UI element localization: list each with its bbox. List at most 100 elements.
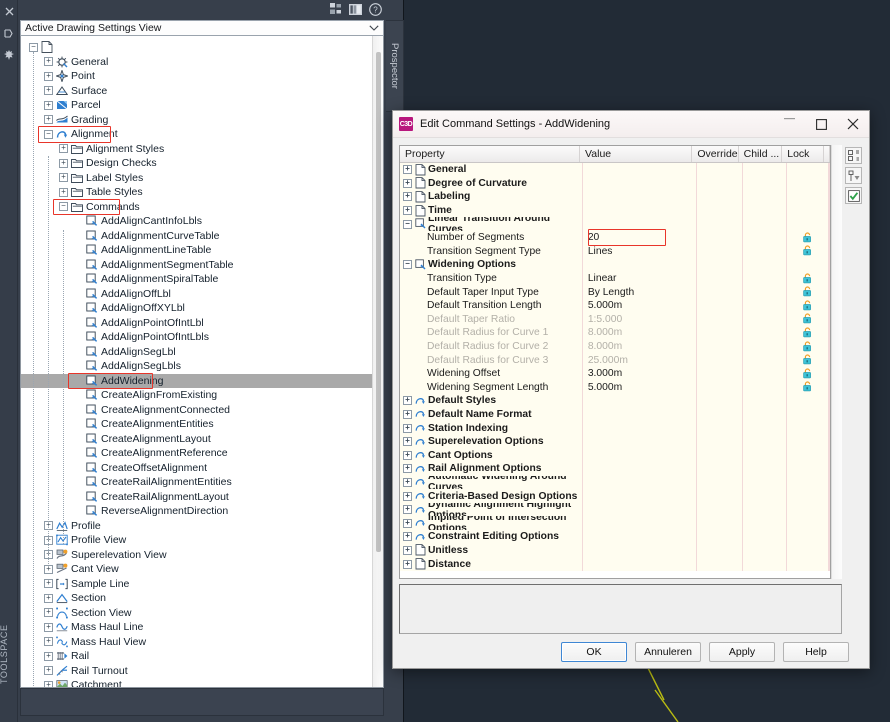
lock-cell[interactable] <box>787 312 829 327</box>
tree-expander-icon[interactable] <box>74 449 83 458</box>
tree-node[interactable]: + Sample Line <box>21 577 373 592</box>
property-value-cell[interactable] <box>583 557 697 571</box>
child-override-cell[interactable] <box>743 163 787 177</box>
child-override-cell[interactable] <box>743 530 787 544</box>
child-override-cell[interactable] <box>743 176 787 191</box>
override-cell[interactable] <box>697 394 743 408</box>
property-row[interactable]: Default Radius for Curve 1 8.000m <box>400 326 830 340</box>
property-value-cell[interactable] <box>583 203 697 218</box>
grid-expander-icon[interactable]: + <box>403 178 412 188</box>
tree-node[interactable]: + General <box>21 55 373 70</box>
lock-cell[interactable] <box>787 190 829 204</box>
lock-cell[interactable] <box>787 353 829 367</box>
tree-vertical-scrollbar[interactable] <box>372 36 383 687</box>
tree-node[interactable]: + Alignment Styles <box>21 142 373 157</box>
tree-expander-icon[interactable] <box>74 420 83 429</box>
property-row[interactable]: + Time <box>400 203 830 218</box>
override-cell[interactable] <box>697 516 743 531</box>
lock-icon[interactable] <box>787 300 828 312</box>
tree-node[interactable]: AddAlignmentLineTable <box>21 243 373 258</box>
child-override-cell[interactable] <box>743 298 787 313</box>
grid-expander-icon[interactable]: + <box>403 437 412 447</box>
property-value-cell[interactable] <box>583 190 697 204</box>
tree-node[interactable]: CreateAlignmentReference <box>21 446 373 461</box>
property-row[interactable]: − Linear Transition Around Curves <box>400 217 830 231</box>
property-row[interactable]: Transition Segment Type Lines <box>400 244 830 259</box>
tree-expander-icon[interactable]: + <box>44 637 53 647</box>
property-row[interactable]: + General <box>400 163 830 177</box>
child-override-cell[interactable] <box>743 366 787 381</box>
tree-node[interactable]: AddAlignmentSegmentTable <box>21 258 373 273</box>
tree-node[interactable]: CreateAlignFromExisting <box>21 388 373 403</box>
grid-vertical-scrollbar[interactable] <box>831 145 842 579</box>
tree-expander-icon[interactable]: + <box>44 593 53 603</box>
tree-expander-icon[interactable]: + <box>44 579 53 589</box>
property-row[interactable]: Default Radius for Curve 3 25.000m <box>400 353 830 367</box>
tree-expander-icon[interactable]: − <box>59 202 68 212</box>
tree-expander-icon[interactable] <box>74 405 83 414</box>
override-cell[interactable] <box>697 434 743 449</box>
child-override-cell[interactable] <box>743 475 787 490</box>
child-override-cell[interactable] <box>743 258 787 272</box>
override-cell[interactable] <box>697 366 743 381</box>
lock-cell[interactable] <box>787 462 829 476</box>
lock-cell[interactable] <box>787 163 829 177</box>
tree-expand-icon[interactable] <box>845 147 862 164</box>
property-row[interactable]: + Constraint Editing Options <box>400 530 830 544</box>
property-row[interactable]: Widening Segment Length 5.000m <box>400 380 830 395</box>
property-value-cell[interactable] <box>583 394 697 408</box>
tree-expander-icon[interactable] <box>74 231 83 240</box>
lock-icon[interactable] <box>787 381 828 393</box>
maximize-button[interactable] <box>805 111 837 137</box>
lock-cell[interactable] <box>787 448 829 463</box>
property-row[interactable]: + Labeling <box>400 190 830 204</box>
child-override-cell[interactable] <box>743 434 787 449</box>
property-row[interactable]: + Rail Alignment Options <box>400 462 830 476</box>
minimize-button[interactable] <box>773 111 805 137</box>
override-cell[interactable] <box>697 339 743 354</box>
child-override-cell[interactable] <box>743 380 787 395</box>
property-row[interactable]: Default Transition Length 5.000m <box>400 298 830 313</box>
lock-icon[interactable] <box>787 354 828 366</box>
tree-node[interactable]: − Alignment <box>21 127 373 142</box>
lock-cell[interactable] <box>787 298 829 313</box>
grid-expander-icon[interactable]: + <box>403 505 412 515</box>
child-override-cell[interactable] <box>743 448 787 463</box>
grid-expander-icon[interactable]: + <box>403 559 412 569</box>
child-override-cell[interactable] <box>743 353 787 367</box>
property-row[interactable]: + Default Name Format <box>400 407 830 422</box>
tree-expander-icon[interactable]: + <box>44 680 53 687</box>
lock-cell[interactable] <box>787 502 829 517</box>
override-cell[interactable] <box>697 217 743 231</box>
tree-expander-icon[interactable] <box>74 304 83 313</box>
tree-expander-icon[interactable] <box>74 246 83 255</box>
tree-node[interactable]: ReverseAlignmentDirection <box>21 504 373 519</box>
close-icon[interactable] <box>0 0 18 22</box>
column-header-value[interactable]: Value <box>580 146 693 162</box>
tree-expander-icon[interactable]: + <box>44 622 53 632</box>
tree-node[interactable]: + Catchment <box>21 678 373 687</box>
dialog-titlebar[interactable]: C3D Edit Command Settings - AddWidening <box>393 111 869 138</box>
tree-expander-icon[interactable] <box>74 347 83 356</box>
child-override-cell[interactable] <box>743 190 787 204</box>
lock-cell[interactable] <box>787 203 829 218</box>
property-value-cell[interactable]: 25.000m <box>583 353 697 367</box>
tree-expander-icon[interactable]: + <box>44 666 53 676</box>
child-override-cell[interactable] <box>743 421 787 435</box>
grid-expander-icon[interactable]: + <box>403 409 412 419</box>
property-value-cell[interactable]: 8.000m <box>583 339 697 354</box>
override-cell[interactable] <box>697 475 743 490</box>
tree-node[interactable]: AddAlignPointOfIntLbls <box>21 330 373 345</box>
child-override-cell[interactable] <box>743 203 787 218</box>
override-cell[interactable] <box>697 407 743 422</box>
tree-node[interactable]: + Design Checks <box>21 156 373 171</box>
property-row[interactable]: − Widening Options <box>400 258 830 272</box>
tree-expander-icon[interactable]: + <box>44 100 53 110</box>
override-cell[interactable] <box>697 190 743 204</box>
child-override-cell[interactable] <box>743 489 787 503</box>
property-value-cell[interactable] <box>583 462 697 476</box>
lock-cell[interactable] <box>787 434 829 449</box>
override-cell[interactable] <box>697 271 743 286</box>
grid-expander-icon[interactable]: + <box>403 518 412 528</box>
tree-expander-icon[interactable]: + <box>59 173 68 183</box>
